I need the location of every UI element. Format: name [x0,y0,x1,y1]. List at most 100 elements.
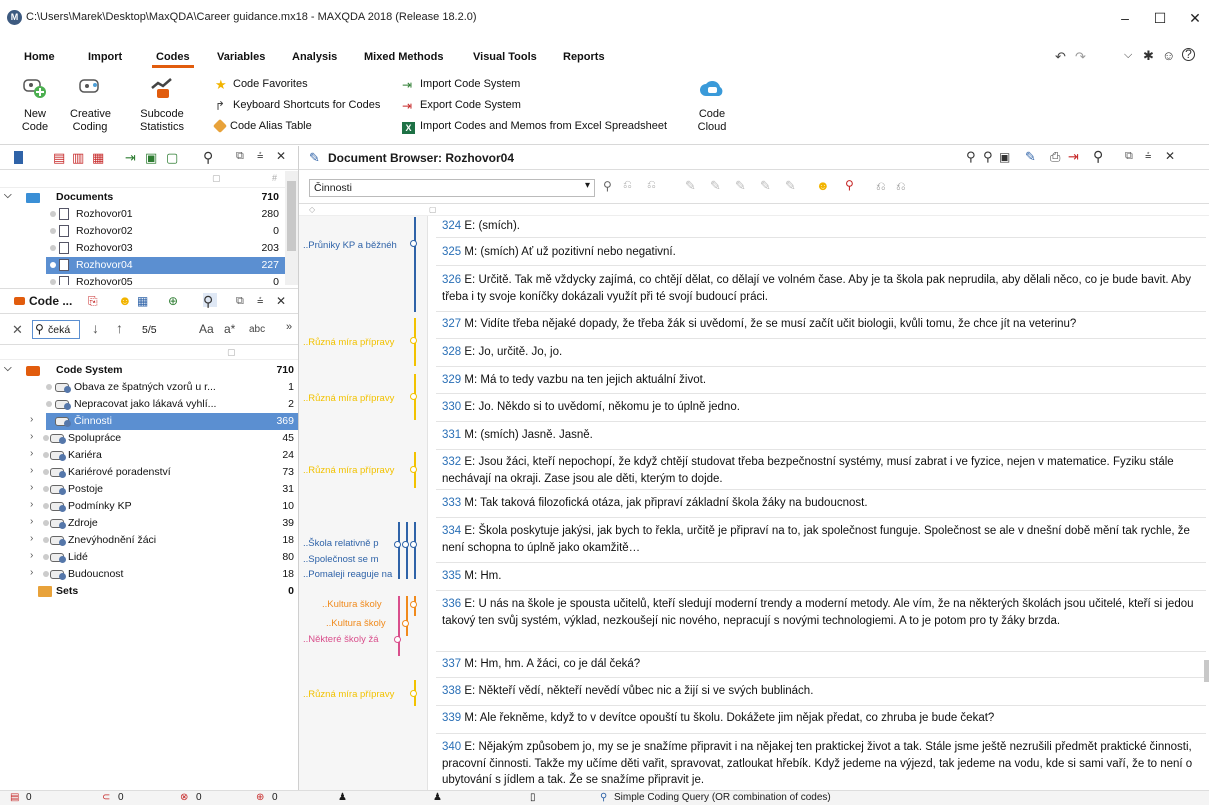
new-code-button[interactable]: New Code [20,76,50,134]
paragraph[interactable]: 335 M: Hm. [442,568,1207,585]
export-doc-icon[interactable]: ⇥ [1068,149,1079,165]
code-stripe-dot[interactable] [394,636,401,643]
tab-variables[interactable]: Variables [217,51,265,63]
filter-docs-icon[interactable]: ▦ [92,150,106,165]
emoticode-icon[interactable]: ☻ [118,293,132,308]
paragraph[interactable]: 338 E: Někteří vědí, někteří nevědí vůbe… [442,683,1207,700]
expand-arrow-icon[interactable]: › [30,465,33,476]
highlight-icon[interactable]: ✎ [735,178,746,194]
tab-codes[interactable]: Codes [152,51,194,68]
close-panel-icon[interactable]: ✕ [276,149,290,163]
import-excel-button[interactable]: X Import Codes and Memos from Excel Sprea… [402,120,667,134]
code-stripe-dot[interactable] [410,466,417,473]
activate-docs-icon[interactable]: ▤ [53,150,67,165]
code-item[interactable]: › Spolupráce 45 [0,430,298,447]
coding-stripe[interactable] [398,522,400,579]
paragraph[interactable]: 334 E: Škola poskytuje jakýsi, jak bych … [442,523,1207,556]
code-item[interactable]: › Zdroje 39 [0,515,298,532]
search-icon[interactable]: ⚲ [203,293,217,309]
expand-arrow-icon[interactable]: › [30,482,33,493]
code-stripe-dot[interactable] [410,393,417,400]
import-docs-icon[interactable]: ⇥ [125,150,139,165]
code-stripe-dot[interactable] [410,541,417,548]
tab-mixed-methods[interactable]: Mixed Methods [364,51,443,63]
code-stripe-dot[interactable] [402,620,409,627]
undock-icon[interactable]: ⧉ [236,295,250,309]
doc-group-icon[interactable]: ▢ [166,150,180,165]
coding-stripe[interactable] [406,596,408,636]
highlight-icon[interactable]: ✎ [785,178,796,194]
document-item[interactable]: Rozhovor03 203 [0,240,285,257]
code-alias-table-button[interactable]: Code Alias Table [212,118,312,134]
search-input[interactable]: ⚲ čeká [32,320,80,339]
code-item[interactable]: › Lidé 80 [0,549,298,566]
undo-coding-icon[interactable]: ⎌ [876,179,886,194]
chevron-down-icon[interactable]: ⌵ [1124,49,1132,62]
match-case-toggle[interactable]: Aa [199,322,214,336]
next-result-icon[interactable]: ↓ [92,320,99,336]
document-item[interactable]: Rozhovor01 280 [0,206,285,223]
gear-icon[interactable]: ✱ [1143,48,1154,64]
code-item[interactable]: Obava ze špatných vzorů u r... 1 [0,379,298,396]
expand-arrow-icon[interactable]: › [30,533,33,544]
code-stripe-dot[interactable] [394,541,401,548]
paragraph[interactable]: 324 E: (smích). [442,218,1207,235]
paragraph[interactable]: 331 M: (smích) Jasně. Jasně. [442,427,1207,444]
highlight-icon[interactable]: ✎ [710,178,721,194]
highlight-icon[interactable]: ✎ [685,178,696,194]
coding-stripe[interactable] [414,522,416,579]
code-item[interactable]: › Kariéra 24 [0,447,298,464]
search-icon[interactable]: ⚲ [1093,148,1103,165]
zoom-out-icon[interactable]: ⚲ [983,149,993,165]
expand-arrow-icon[interactable]: › [30,567,33,578]
undock-icon[interactable]: ⧉ [1125,150,1133,163]
paragraph[interactable]: 333 M: Tak taková filozofická otáza, jak… [442,495,1207,512]
code-item-cinnosti[interactable]: › Činnosti 369 [0,413,298,430]
code-favorites-button[interactable]: ★ Code Favorites [215,78,308,91]
table-icon[interactable]: ▦ [137,294,151,308]
collapse-icon[interactable]: ⩮ [257,150,271,164]
code-in-vivo-icon[interactable]: ⎌ [623,179,632,192]
whole-word-toggle[interactable]: abc [249,324,265,335]
wildcard-toggle[interactable]: a* [224,322,235,336]
coding-stripe[interactable] [406,522,408,579]
emoticode-icon[interactable]: ☻ [816,178,830,193]
collapse-icon[interactable]: ⩮ [257,295,271,309]
maximize-button[interactable]: ☐ [1150,8,1170,28]
paragraph[interactable]: 330 E: Jo. Někdo si to uvědomí, někomu j… [442,399,1207,416]
pin-icon[interactable]: ⚲ [845,178,854,192]
remove-coding-icon[interactable]: ⎌ [896,179,906,194]
collapse-arrow-icon[interactable]: ⌵ [4,190,12,201]
expand-arrow-icon[interactable]: › [30,414,33,425]
zoom-in-icon[interactable]: ⚲ [966,149,976,165]
collapse-arrow-icon[interactable]: ⌵ [4,363,12,374]
search-icon[interactable]: ⚲ [203,149,217,165]
expand-arrow-icon[interactable]: › [30,499,33,510]
creative-coding-button[interactable]: Creative Coding [70,76,111,134]
code-icon[interactable]: ⚲ [603,179,612,193]
edit-mode-icon[interactable]: ✎ [1025,149,1036,165]
code-stripe-dot[interactable] [410,337,417,344]
paragraph[interactable]: 329 M: Má to tedy vazbu na ten jejich ak… [442,372,1207,389]
more-options-icon[interactable]: » [286,321,292,333]
previous-result-icon[interactable]: ↑ [116,320,123,336]
doc-scrollbar-thumb[interactable] [287,181,296,251]
tab-analysis[interactable]: Analysis [292,51,337,63]
new-doc-icon[interactable]: ▣ [145,150,159,165]
fit-page-icon[interactable]: ▣ [999,150,1010,164]
paragraph[interactable]: 332 E: Jsou žáci, kteří nepochopí, že kd… [442,454,1207,487]
code-item[interactable]: › Podmínky KP 10 [0,498,298,515]
code-cloud-button[interactable]: Code Cloud [692,76,732,134]
documents-root[interactable]: ⌵ Documents 710 [0,189,285,206]
code-system-root[interactable]: ⌵ Code System 710 [0,362,298,379]
sets-item[interactable]: Sets 0 [0,583,298,600]
doc-scrollbar[interactable] [285,171,298,285]
undo-icon[interactable]: ↶ [1055,49,1066,65]
code-stripe-dot[interactable] [410,240,417,247]
paragraph[interactable]: 327 M: Vidíte třeba nějaké dopady, že tř… [442,316,1207,333]
help-icon[interactable]: ? [1182,48,1195,61]
code-stripe-dot[interactable] [402,541,409,548]
tab-import[interactable]: Import [88,51,122,63]
expand-arrow-icon[interactable]: › [30,550,33,561]
activate-codes-icon[interactable]: ⎘ [88,294,102,308]
